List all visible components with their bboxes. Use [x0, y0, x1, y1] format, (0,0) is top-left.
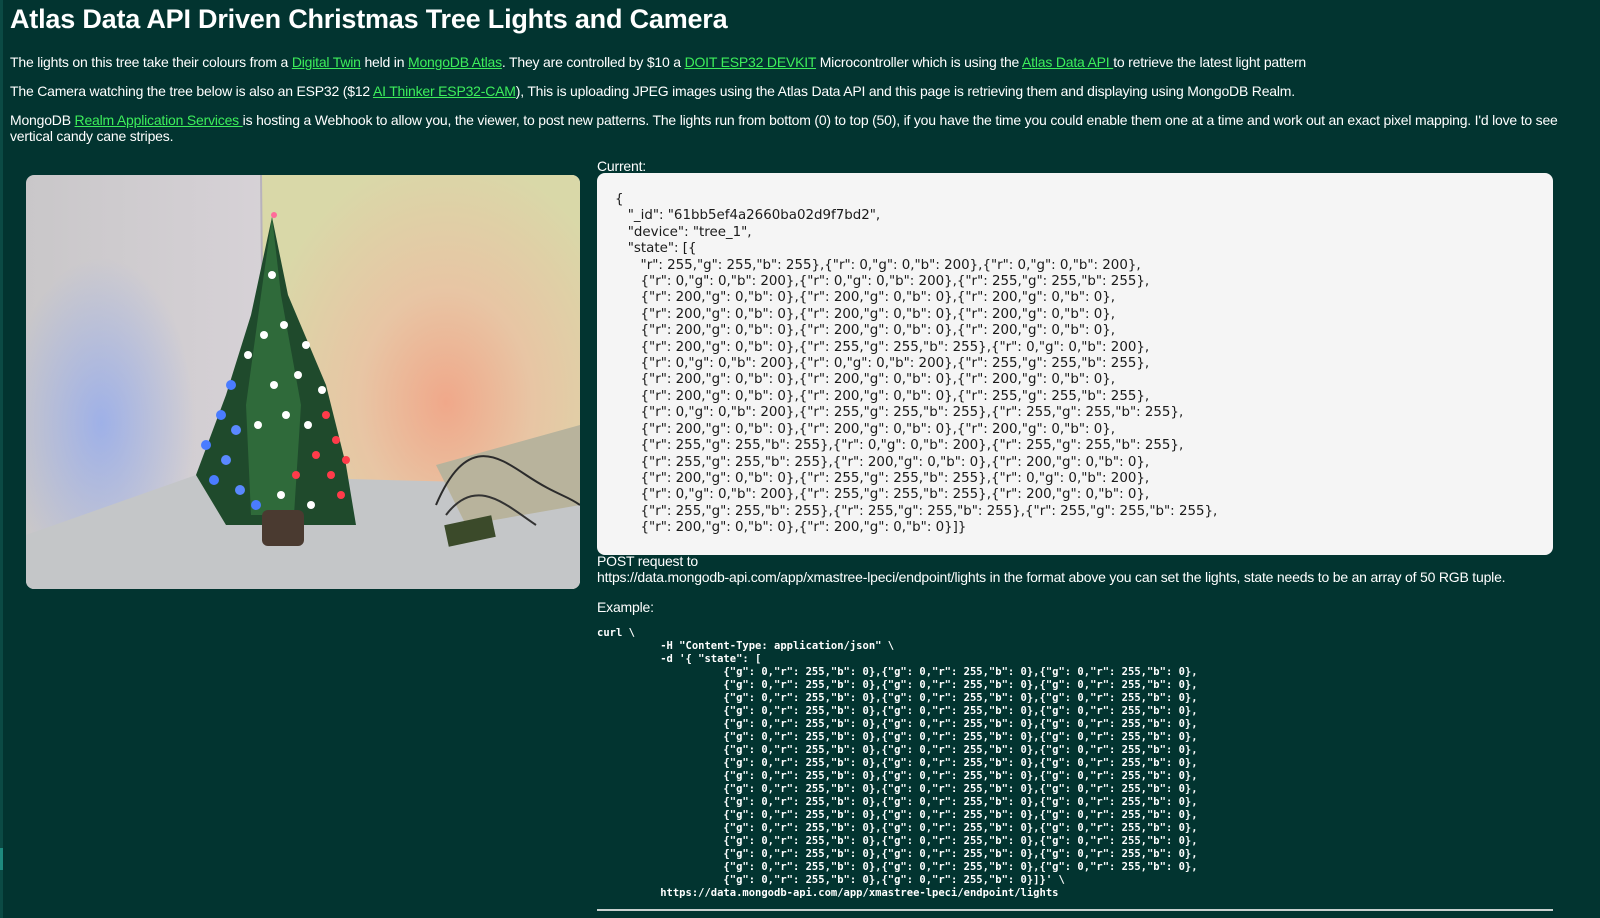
page-title: Atlas Data API Driven Christmas Tree Lig… — [10, 4, 728, 34]
current-state-panel: { "_id": "61bb5ef4a2660ba02d9f7bd2", "de… — [597, 173, 1553, 555]
left-edge-strip — [0, 0, 3, 918]
post-request-label: POST request to — [597, 553, 699, 569]
intro-text: . They are controlled by $10 a — [501, 54, 685, 70]
digital-twin-link[interactable]: Digital Twin — [292, 54, 361, 70]
bottom-divider — [597, 909, 1553, 911]
intro-paragraph-1: The lights on this tree take their colou… — [10, 54, 1585, 70]
example-label: Example: — [597, 599, 654, 615]
realm-application-services-link[interactable]: Realm Application Services — [75, 112, 243, 128]
intro-paragraph-3: MongoDB Realm Application Services is ho… — [10, 112, 1585, 144]
intro-text: Microcontroller which is using the — [816, 54, 1023, 70]
current-label: Current: — [597, 158, 646, 174]
mongodb-atlas-link[interactable]: MongoDB Atlas — [408, 54, 502, 70]
intro-text: held in — [360, 54, 408, 70]
camera-image — [26, 175, 580, 589]
post-endpoint-text: https://data.mongodb-api.com/app/xmastre… — [597, 569, 1506, 585]
intro-text: is hosting a Webhook to allow you, the v… — [10, 112, 1558, 144]
curl-example-code: curl \ -H "Content-Type: application/jso… — [597, 627, 1198, 899]
camera-photo-illustration — [26, 175, 580, 589]
left-edge-marker — [0, 848, 3, 870]
current-state-json: { "_id": "61bb5ef4a2660ba02d9f7bd2", "de… — [615, 192, 1218, 536]
intro-text: ), This is uploading JPEG images using t… — [515, 83, 1295, 99]
intro-text: The lights on this tree take their colou… — [10, 54, 292, 70]
atlas-data-api-link[interactable]: Atlas Data API — [1022, 54, 1113, 70]
post-instructions: POST request to https://data.mongodb-api… — [597, 553, 1597, 585]
intro-text: The Camera watching the tree below is al… — [10, 83, 373, 99]
intro-paragraph-2: The Camera watching the tree below is al… — [10, 83, 1585, 99]
ai-thinker-esp32-cam-link[interactable]: AI Thinker ESP32-CAM — [373, 83, 516, 99]
doit-esp32-devkit-link[interactable]: DOIT ESP32 DEVKIT — [685, 54, 817, 70]
intro-text: MongoDB — [10, 112, 75, 128]
intro-text: to retrieve the latest light pattern — [1113, 54, 1307, 70]
